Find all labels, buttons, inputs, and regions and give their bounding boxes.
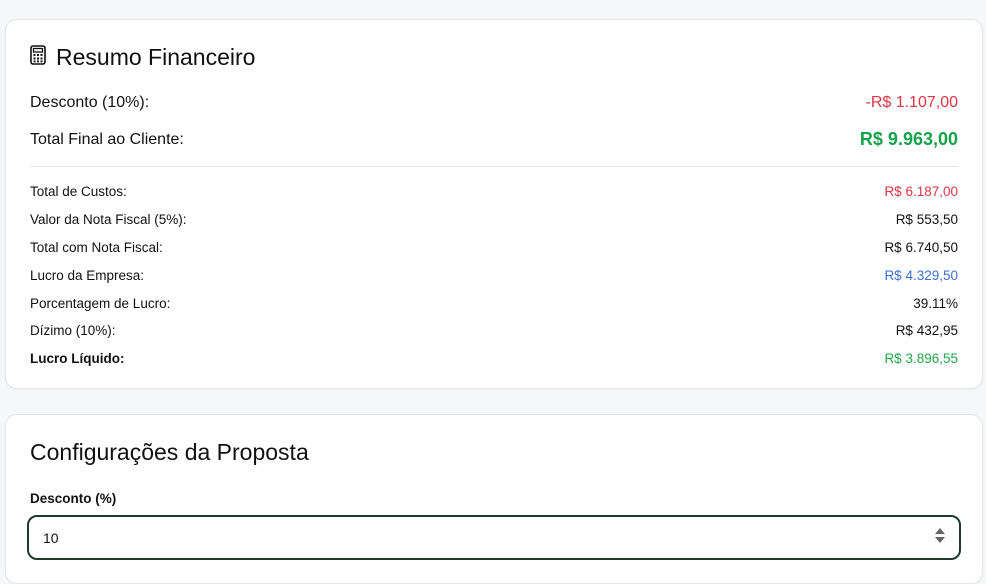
detail-row-profit-percentage: Porcentagem de Lucro: 39.11% bbox=[30, 289, 958, 317]
config-title: Configurações da Proposta bbox=[30, 439, 309, 465]
detail-value: R$ 6.187,00 bbox=[884, 184, 958, 200]
detail-list: Total de Custos: R$ 6.187,00 Valor da No… bbox=[30, 178, 958, 373]
detail-label: Total com Nota Fiscal: bbox=[30, 239, 163, 255]
calculator-icon bbox=[30, 44, 46, 71]
detail-label: Dízimo (10%): bbox=[30, 323, 116, 339]
detail-label: Valor da Nota Fiscal (5%): bbox=[30, 212, 187, 228]
detail-row-total-costs: Total de Custos: R$ 6.187,00 bbox=[30, 178, 958, 206]
discount-input-value: 10 bbox=[43, 529, 59, 546]
discount-row: Desconto (10%): -R$ 1.107,00 bbox=[30, 94, 958, 112]
final-total-row: Total Final ao Cliente: R$ 9.963,00 bbox=[30, 129, 958, 150]
summary-title: Resumo Financeiro bbox=[56, 44, 256, 70]
summary-header: Resumo Financeiro bbox=[30, 44, 255, 71]
detail-value: R$ 3.896,55 bbox=[884, 351, 958, 367]
discount-value: -R$ 1.107,00 bbox=[865, 94, 958, 111]
detail-row-net-profit: Lucro Líquido: R$ 3.896,55 bbox=[30, 345, 958, 373]
detail-value: R$ 6.740,50 bbox=[884, 239, 958, 255]
financial-summary-card: Resumo Financeiro Desconto (10%): -R$ 1.… bbox=[5, 19, 983, 389]
detail-value: R$ 4.329,50 bbox=[884, 267, 958, 283]
detail-value: R$ 553,50 bbox=[895, 212, 958, 228]
detail-row-invoice-value: Valor da Nota Fiscal (5%): R$ 553,50 bbox=[30, 206, 958, 234]
discount-label: Desconto (10%): bbox=[30, 94, 150, 111]
detail-row-tithe: Dízimo (10%): R$ 432,95 bbox=[30, 317, 958, 345]
detail-value: R$ 432,95 bbox=[895, 323, 958, 339]
final-total-value: R$ 9.963,00 bbox=[859, 129, 958, 149]
spin-down-icon[interactable] bbox=[935, 537, 945, 543]
divider bbox=[30, 166, 958, 167]
detail-row-total-with-invoice: Total com Nota Fiscal: R$ 6.740,50 bbox=[30, 234, 958, 262]
discount-field-label: Desconto (%) bbox=[30, 491, 117, 506]
proposal-settings-card: Configurações da Proposta Desconto (%) 1… bbox=[5, 414, 983, 584]
discount-percent-input[interactable]: 10 bbox=[27, 515, 961, 560]
detail-row-company-profit: Lucro da Empresa: R$ 4.329,50 bbox=[30, 261, 958, 289]
final-total-label: Total Final ao Cliente: bbox=[30, 130, 184, 148]
detail-value: 39.11% bbox=[913, 295, 958, 311]
detail-label: Porcentagem de Lucro: bbox=[30, 295, 171, 311]
detail-label: Lucro Líquido: bbox=[30, 351, 125, 367]
number-spinner[interactable] bbox=[935, 528, 945, 543]
detail-label: Lucro da Empresa: bbox=[30, 267, 145, 283]
detail-label: Total de Custos: bbox=[30, 184, 127, 200]
spin-up-icon[interactable] bbox=[935, 528, 945, 534]
